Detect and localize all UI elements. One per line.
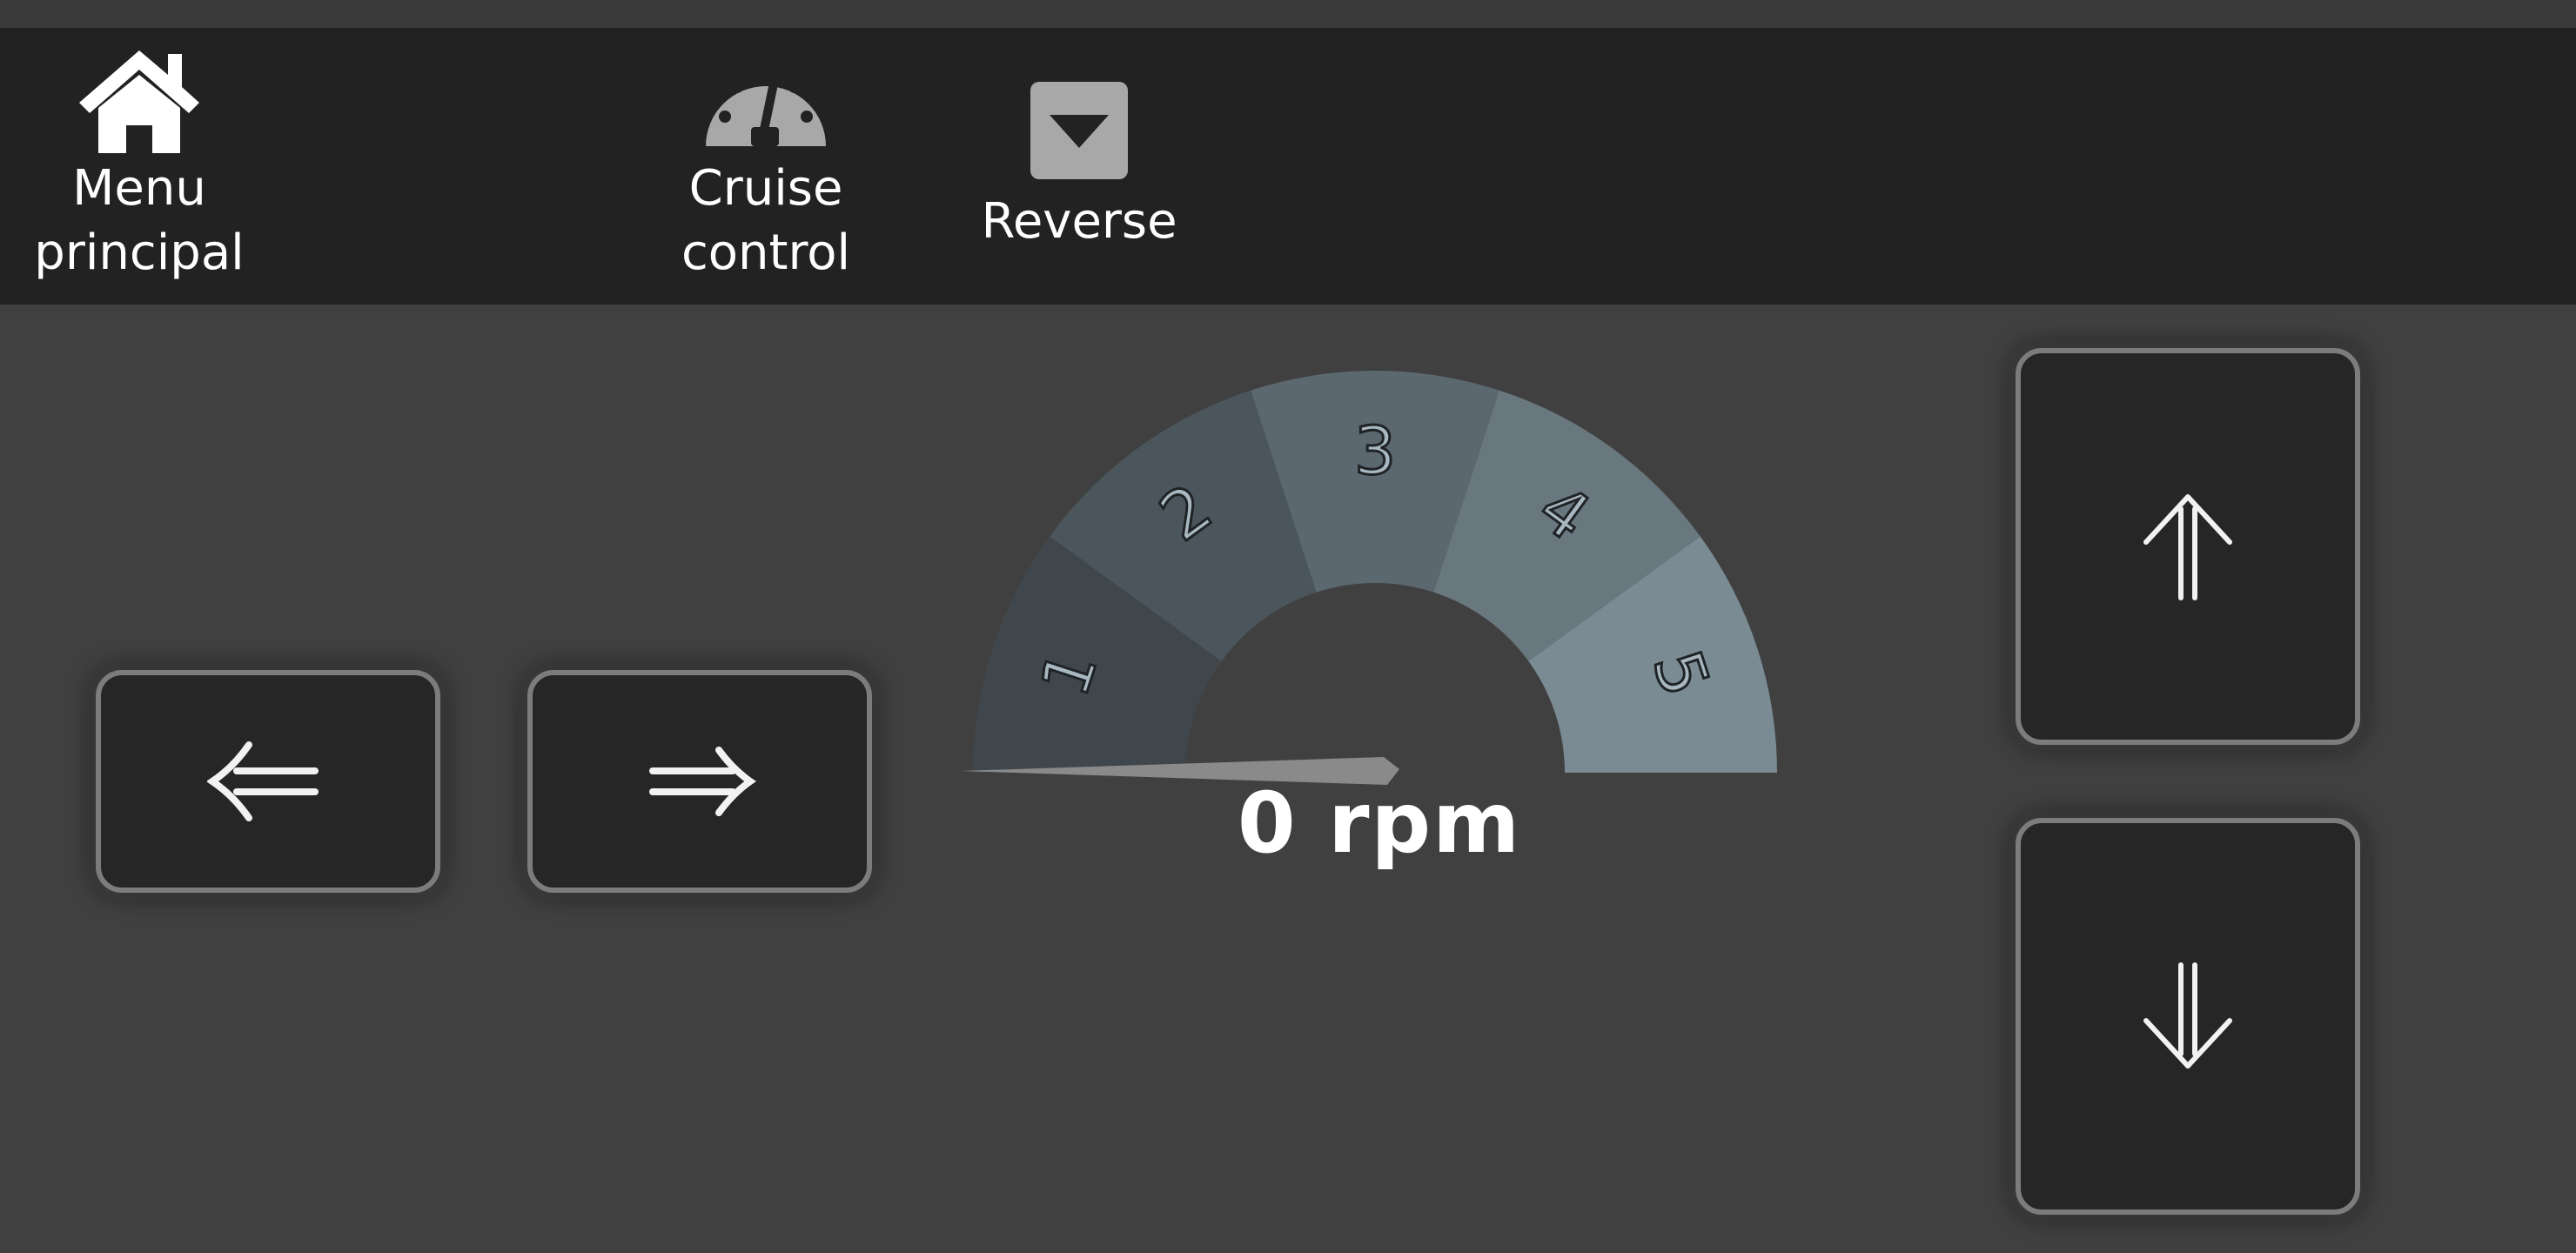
cruise-control-label: Cruise control (681, 160, 851, 281)
arrow-up-double-icon (2143, 494, 2232, 600)
arrow-down-double-icon (2143, 962, 2232, 1069)
menu-principal-label: Menu principal (34, 160, 245, 281)
menu-principal-button[interactable]: Menu principal (17, 44, 261, 285)
speedometer-icon (706, 67, 826, 146)
cruise-control-button[interactable]: Cruise control (644, 44, 888, 285)
move-down-button[interactable] (2016, 818, 2360, 1215)
home-icon (79, 50, 199, 153)
move-up-button[interactable] (2016, 348, 2360, 745)
top-navigation-bar: Menu principal Cruise control Reverse (0, 28, 2576, 305)
status-strip (0, 0, 2576, 28)
move-right-button[interactable] (527, 670, 872, 893)
gauge-label-3: 3 (1354, 412, 1396, 490)
reverse-button[interactable]: Reverse (975, 80, 1184, 254)
reverse-label: Reverse (981, 193, 1177, 250)
move-left-button[interactable] (96, 670, 440, 893)
arrow-left-double-icon (207, 741, 319, 821)
arrow-right-double-icon (649, 747, 756, 816)
caret-down-icon (1030, 82, 1128, 179)
rpm-readout: 0 rpm (1237, 774, 1522, 872)
